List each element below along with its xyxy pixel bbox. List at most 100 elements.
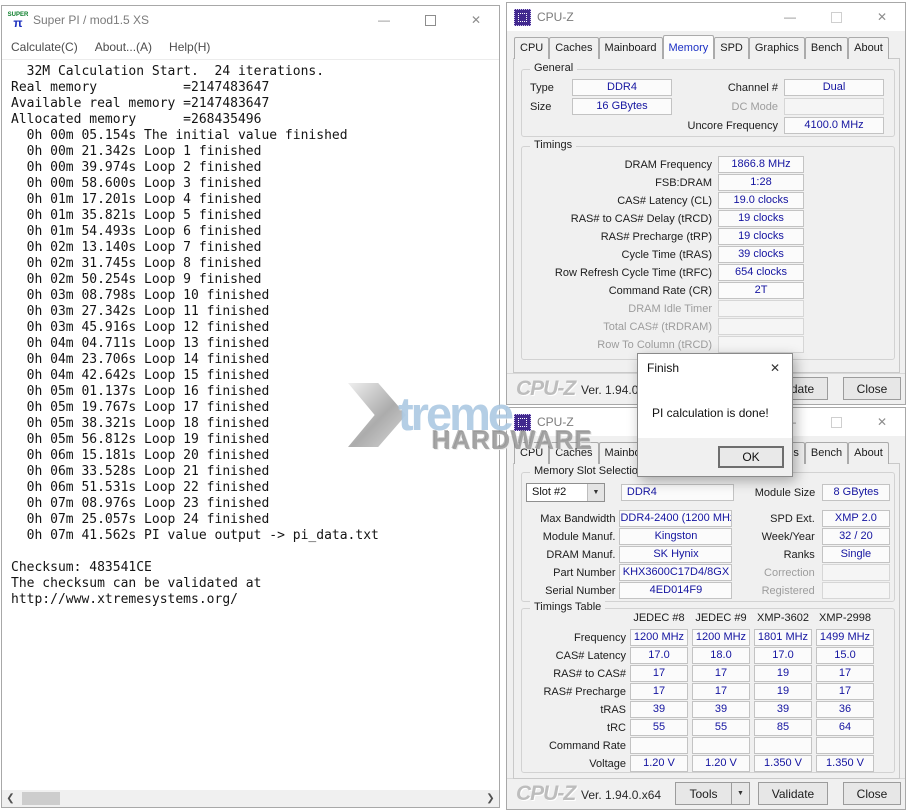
minimize-button[interactable]: — <box>767 3 813 31</box>
field-label: SPD Ext. <box>732 513 814 525</box>
table-cell: 64 <box>816 719 874 736</box>
cpuz-app-icon <box>514 9 531 26</box>
table-row-label: RAS# Precharge <box>526 686 626 698</box>
timing-value: 39 clocks <box>718 246 804 263</box>
timing-label: RAS# to CAS# Delay (tRCD) <box>530 213 712 225</box>
tab-caches[interactable]: Caches <box>549 442 598 464</box>
tools-button[interactable]: Tools <box>675 782 732 805</box>
dialog-title: Finish <box>647 361 679 375</box>
menu-item-help[interactable]: Help(H) <box>169 40 210 54</box>
groupbox-legend: Memory Slot Selection <box>530 465 648 477</box>
timing-label: Row To Column (tRCD) <box>530 339 712 351</box>
table-cell: 1801 MHz <box>754 629 812 646</box>
timing-label: CAS# Latency (CL) <box>530 195 712 207</box>
groupbox-timings-table: Timings Table JEDEC #8 JEDEC #9 XMP-3602… <box>521 608 895 773</box>
cpuz-memory-window: CPU-Z — ✕ CPU Caches Mainboard Memory SP… <box>506 2 906 405</box>
table-cell: 1.20 V <box>630 755 688 772</box>
timing-label: RAS# Precharge (tRP) <box>530 231 712 243</box>
timing-value: 1:28 <box>718 174 804 191</box>
field-label: Week/Year <box>732 531 814 543</box>
table-cell: 18.0 <box>692 647 750 664</box>
validate-button[interactable]: Validate <box>758 782 828 805</box>
tab-cpu[interactable]: CPU <box>514 442 549 464</box>
spd-ext-value: XMP 2.0 <box>822 510 890 527</box>
table-cell: 85 <box>754 719 812 736</box>
table-cell: 17.0 <box>754 647 812 664</box>
table-col-header: XMP-3602 <box>754 612 812 624</box>
cpuz-titlebar[interactable]: CPU-Z — ✕ <box>507 3 905 31</box>
close-button[interactable]: Close <box>843 377 901 400</box>
timing-value: 1866.8 MHz <box>718 156 804 173</box>
field-label: Correction <box>732 567 814 579</box>
timing-label: DRAM Idle Timer <box>530 303 712 315</box>
menu-item-calculate[interactable]: Calculate(C) <box>11 40 78 54</box>
part-number-value: KHX3600C17D4/8GX <box>619 564 732 581</box>
ok-button[interactable]: OK <box>718 446 784 468</box>
tab-about[interactable]: About <box>848 442 889 464</box>
timing-label: FSB:DRAM <box>530 177 712 189</box>
dram-manuf-value: SK Hynix <box>619 546 732 563</box>
maximize-button <box>813 3 859 31</box>
groupbox-memory-slot: Memory Slot Selection Slot #2 ▼ DDR4 Mod… <box>521 472 895 602</box>
field-label: Uncore Frequency <box>530 120 778 132</box>
minimize-button[interactable]: — <box>361 6 407 34</box>
tab-spd[interactable]: SPD <box>714 37 749 59</box>
dialog-button-strip: OK <box>638 438 792 476</box>
scroll-right-button[interactable]: ❯ <box>482 790 499 807</box>
maximize-button[interactable] <box>407 6 453 34</box>
timing-label: Command Rate (CR) <box>530 285 712 297</box>
tab-mainboard[interactable]: Mainboard <box>599 37 663 59</box>
close-button[interactable]: Close <box>843 782 901 805</box>
timing-value: 19 clocks <box>718 210 804 227</box>
tabstrip: CPU Caches Mainboard Memory SPD Graphics… <box>514 37 889 59</box>
horizontal-scrollbar[interactable]: ❮ ❯ <box>2 790 499 807</box>
groupbox-general: General Type DDR4 Channel # Dual Size 16… <box>521 69 895 137</box>
scroll-left-button[interactable]: ❮ <box>2 790 19 807</box>
tab-graphics[interactable]: Graphics <box>749 37 805 59</box>
chevron-down-icon[interactable]: ▼ <box>587 484 604 501</box>
table-cell: 55 <box>692 719 750 736</box>
tab-about[interactable]: About <box>848 37 889 59</box>
tab-cpu[interactable]: CPU <box>514 37 549 59</box>
field-label: Max Bandwidth <box>526 513 615 525</box>
table-cell: 17 <box>692 683 750 700</box>
module-manuf-value: Kingston <box>619 528 732 545</box>
serial-number-value: 4ED014F9 <box>619 582 732 599</box>
tab-caches[interactable]: Caches <box>549 37 598 59</box>
field-label: Part Number <box>526 567 615 579</box>
tab-memory[interactable]: Memory <box>663 35 715 59</box>
ranks-value: Single <box>822 546 890 563</box>
window-title: CPU-Z <box>537 415 574 429</box>
table-row-label: RAS# to CAS# <box>526 668 626 680</box>
close-button[interactable]: ✕ <box>453 6 499 34</box>
tools-dropdown-button[interactable]: ▼ <box>731 782 750 805</box>
table-col-header: XMP-2998 <box>816 612 874 624</box>
table-cell: 15.0 <box>816 647 874 664</box>
menu-item-about[interactable]: About...(A) <box>95 40 152 54</box>
registered-value <box>822 582 890 599</box>
dialog-titlebar[interactable]: Finish ✕ <box>638 354 792 382</box>
close-button[interactable]: ✕ <box>859 3 905 31</box>
timing-value: 2T <box>718 282 804 299</box>
table-cell: 1200 MHz <box>630 629 688 646</box>
table-row-label: Voltage <box>526 758 626 770</box>
table-cell: 1.350 V <box>754 755 812 772</box>
scroll-thumb[interactable] <box>22 792 60 805</box>
tab-bench[interactable]: Bench <box>805 37 848 59</box>
cpuz-footer: CPU-Z Ver. 1.94.0.x64 Tools ▼ Validate C… <box>507 778 905 809</box>
maximize-icon <box>425 15 436 26</box>
table-row-label: Command Rate <box>526 740 626 752</box>
groupbox-timings: Timings DRAM Frequency1866.8 MHz FSB:DRA… <box>521 146 895 360</box>
cpuz-logo: CPU-Z <box>516 782 575 806</box>
superpi-titlebar[interactable]: SUPER π Super PI / mod1.5 XS — ✕ <box>2 6 499 34</box>
field-label: DC Mode <box>672 101 778 113</box>
slot-select[interactable]: Slot #2 ▼ <box>526 483 605 502</box>
pi-icon: π <box>13 17 22 29</box>
tab-bench[interactable]: Bench <box>805 442 848 464</box>
table-cell: 1.20 V <box>692 755 750 772</box>
max-bandwidth-value: DDR4-2400 (1200 MHz) <box>619 510 732 527</box>
slot-select-value: Slot #2 <box>532 486 566 498</box>
close-button[interactable]: ✕ <box>859 408 905 436</box>
superpi-app-icon: SUPER π <box>9 11 27 29</box>
dialog-close-button[interactable]: ✕ <box>758 354 792 382</box>
